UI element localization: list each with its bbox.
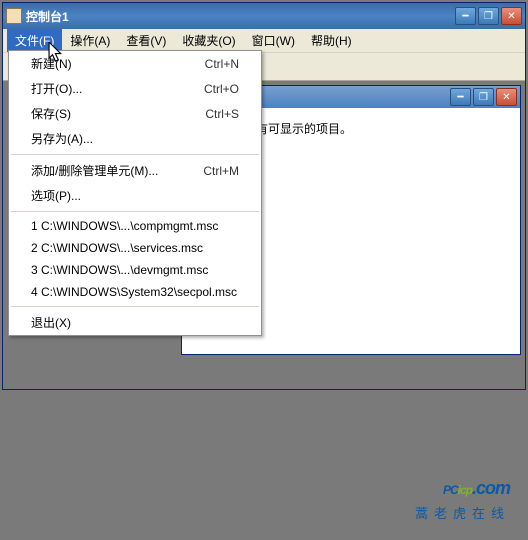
menu-recent-3-label: 3 C:\WINDOWS\...\devmgmt.msc (31, 263, 239, 277)
app-icon (6, 8, 22, 24)
menu-new-shortcut: Ctrl+N (205, 57, 239, 71)
menu-recent-2[interactable]: 2 C:\WINDOWS\...\services.msc (9, 237, 261, 259)
file-menu-dropdown: 新建(N) Ctrl+N 打开(O)... Ctrl+O 保存(S) Ctrl+… (8, 50, 262, 336)
menu-exit-label: 退出(X) (31, 314, 239, 331)
maximize-button[interactable]: ❐ (478, 7, 499, 25)
menu-save-shortcut: Ctrl+S (205, 107, 239, 121)
wm-p2: icp (458, 483, 472, 497)
separator (11, 306, 259, 307)
menu-help[interactable]: 帮助(H) (303, 29, 360, 52)
menu-recent-2-label: 2 C:\WINDOWS\...\services.msc (31, 241, 239, 255)
wm-p3: .com (472, 478, 510, 498)
menu-open-shortcut: Ctrl+O (204, 82, 239, 96)
menu-view[interactable]: 查看(V) (118, 29, 174, 52)
menu-open-label: 打开(O)... (31, 80, 204, 97)
titlebar: 控制台1 ━ ❐ ✕ (3, 3, 525, 29)
menu-addremove-shortcut: Ctrl+M (203, 164, 239, 178)
menu-save-label: 保存(S) (31, 105, 205, 122)
menu-file[interactable]: 文件(F) (7, 29, 62, 52)
menu-new-label: 新建(N) (31, 55, 205, 72)
wm-p1: PC (443, 483, 458, 497)
minimize-button[interactable]: ━ (455, 7, 476, 25)
child-close-button[interactable]: ✕ (496, 88, 517, 106)
menu-open[interactable]: 打开(O)... Ctrl+O (9, 76, 261, 101)
menu-recent-1[interactable]: 1 C:\WINDOWS\...\compmgmt.msc (9, 215, 261, 237)
menu-recent-1-label: 1 C:\WINDOWS\...\compmgmt.msc (31, 219, 239, 233)
watermark-logo: PCicp.com (415, 469, 510, 501)
menu-saveas[interactable]: 另存为(A)... (9, 126, 261, 151)
window-title: 控制台1 (26, 8, 455, 25)
menu-action[interactable]: 操作(A) (62, 29, 118, 52)
child-minimize-button[interactable]: ━ (450, 88, 471, 106)
menu-recent-4[interactable]: 4 C:\WINDOWS\System32\secpol.msc (9, 281, 261, 303)
menu-exit[interactable]: 退出(X) (9, 310, 261, 335)
close-button[interactable]: ✕ (501, 7, 522, 25)
menu-options-label: 选项(P)... (31, 187, 239, 204)
menu-options[interactable]: 选项(P)... (9, 183, 261, 208)
menu-new[interactable]: 新建(N) Ctrl+N (9, 51, 261, 76)
watermark: PCicp.com 蒿老虎在线 (415, 469, 510, 522)
menu-favorites[interactable]: 收藏夹(O) (174, 29, 243, 52)
menu-addremove-label: 添加/删除管理单元(M)... (31, 162, 203, 179)
menu-saveas-label: 另存为(A)... (31, 130, 239, 147)
separator (11, 154, 259, 155)
menu-save[interactable]: 保存(S) Ctrl+S (9, 101, 261, 126)
separator (11, 211, 259, 212)
child-maximize-button[interactable]: ❐ (473, 88, 494, 106)
menu-window[interactable]: 窗口(W) (244, 29, 303, 52)
watermark-subtitle: 蒿老虎在线 (415, 503, 510, 522)
window-buttons: ━ ❐ ✕ (455, 7, 522, 25)
menu-recent-4-label: 4 C:\WINDOWS\System32\secpol.msc (31, 285, 239, 299)
menu-addremove[interactable]: 添加/删除管理单元(M)... Ctrl+M (9, 158, 261, 183)
menu-recent-3[interactable]: 3 C:\WINDOWS\...\devmgmt.msc (9, 259, 261, 281)
